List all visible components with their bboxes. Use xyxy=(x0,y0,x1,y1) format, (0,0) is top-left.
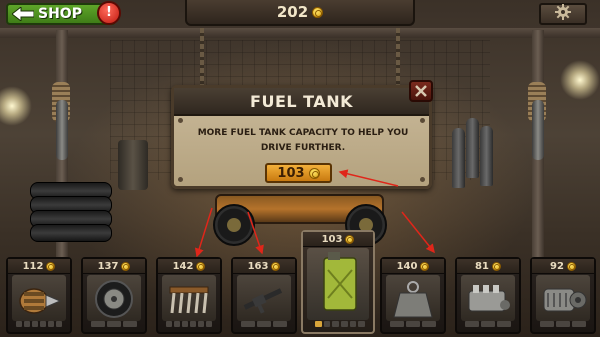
coin-icon xyxy=(271,261,281,271)
slot-price: 81 xyxy=(457,259,519,274)
slot-price: 163 xyxy=(233,259,295,274)
slot-price: 140 xyxy=(382,259,444,274)
upgrade-slot-ram[interactable]: 142 xyxy=(156,257,222,334)
upgrade-slot-turbo[interactable]: 81 xyxy=(455,257,521,334)
settings-button[interactable] xyxy=(539,3,587,25)
rivet xyxy=(420,118,425,123)
turbo-icon xyxy=(468,285,510,312)
coin-icon xyxy=(491,261,501,271)
rivet xyxy=(178,177,183,182)
upgrade-slot-gun[interactable]: 163 xyxy=(231,257,297,334)
coin-balance: 202 xyxy=(185,0,415,26)
upgrade-slot-wheels[interactable]: 137 xyxy=(81,257,147,334)
back-arrow-icon xyxy=(8,5,38,23)
buy-price: 103 xyxy=(277,165,305,181)
upgrade-slot-gearbox[interactable]: 92 xyxy=(530,257,596,334)
slot-price: 103 xyxy=(303,232,373,247)
pipe xyxy=(532,100,544,160)
buy-upgrade-button[interactable]: 103 xyxy=(265,163,332,183)
coin-icon xyxy=(420,261,430,271)
slot-price-value: 103 xyxy=(321,233,343,245)
level-bar xyxy=(241,321,287,327)
description-line: DRIVE FURTHER. xyxy=(260,143,346,153)
coin-icon xyxy=(308,167,320,179)
slot-price-value: 112 xyxy=(22,260,44,272)
barrel xyxy=(118,140,148,190)
slot-price-value: 137 xyxy=(97,260,119,272)
coin-icon xyxy=(46,261,56,271)
tire-stack xyxy=(30,182,112,252)
gas-tanks xyxy=(452,118,493,188)
slot-price-value: 142 xyxy=(172,260,194,272)
coin-icon xyxy=(566,261,576,271)
upgrade-slot-weight[interactable]: 140 xyxy=(380,257,446,334)
pipe xyxy=(56,100,68,160)
slot-price: 137 xyxy=(83,259,145,274)
dialog-title: FUEL TANK xyxy=(250,91,353,111)
level-bar xyxy=(91,321,137,327)
slot-price: 92 xyxy=(532,259,594,274)
gear-icon xyxy=(555,4,571,24)
gearbox-icon xyxy=(543,288,587,312)
slot-price-value: 163 xyxy=(247,260,269,272)
coin-icon xyxy=(196,261,206,271)
engine-icon xyxy=(19,288,62,314)
level-bar xyxy=(16,321,62,327)
close-button[interactable] xyxy=(409,80,433,102)
slot-price-value: 81 xyxy=(475,260,489,272)
ram-icon xyxy=(169,286,209,314)
wheel-icon xyxy=(95,280,133,318)
lamp-glow xyxy=(0,86,32,126)
slot-price: 112 xyxy=(8,259,70,274)
gun-icon xyxy=(243,288,283,314)
chain xyxy=(200,28,204,88)
coin-icon xyxy=(312,6,324,18)
coin-amount: 202 xyxy=(276,3,309,21)
dialog-header: FUEL TANK xyxy=(174,88,429,116)
lamp-glow xyxy=(560,60,600,100)
top-bar: SHOP ! 202 xyxy=(0,0,600,28)
level-bar xyxy=(166,321,212,327)
upgrade-slot-fuel-tank[interactable]: 103 xyxy=(301,230,375,334)
vehicle-wheel xyxy=(213,204,255,246)
close-icon xyxy=(415,82,427,101)
level-bar xyxy=(540,321,586,327)
coin-icon xyxy=(121,261,131,271)
alert-badge[interactable]: ! xyxy=(97,1,121,25)
slot-price: 142 xyxy=(158,259,220,274)
rivet xyxy=(420,177,425,182)
chain xyxy=(396,28,400,88)
slot-price-value: 140 xyxy=(396,260,418,272)
dialog-description: MORE FUEL TANK CAPACITY TO HELP YOU DRIV… xyxy=(192,126,414,156)
slot-price-value: 92 xyxy=(550,260,564,272)
level-bar xyxy=(465,321,511,327)
coin-icon xyxy=(345,234,355,244)
level-bar xyxy=(390,321,436,327)
level-bar xyxy=(315,321,366,327)
rivet xyxy=(178,118,183,123)
upgrade-slot-engine[interactable]: 112 xyxy=(6,257,72,334)
ceiling-beam xyxy=(0,28,600,38)
shop-label: SHOP xyxy=(38,6,82,22)
fuel-can-icon xyxy=(323,252,357,311)
weight-icon xyxy=(393,281,433,318)
description-line: MORE FUEL TANK CAPACITY TO HELP YOU xyxy=(197,128,409,138)
